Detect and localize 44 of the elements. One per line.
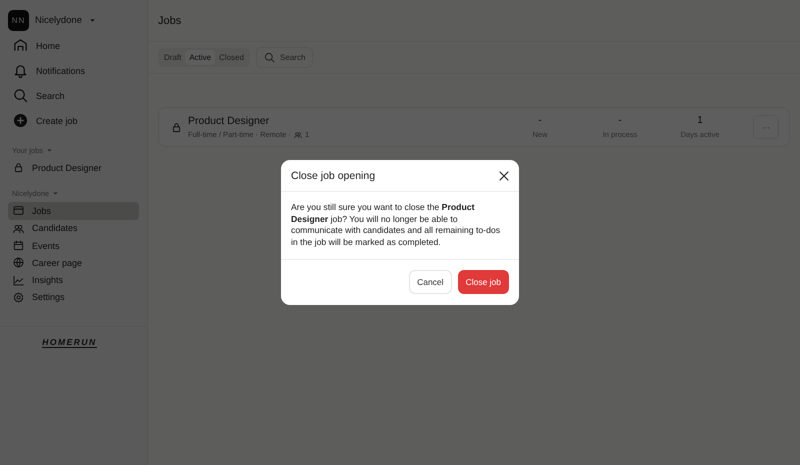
sidebar-item[interactable]: Insights xyxy=(8,271,139,289)
calendar-icon xyxy=(13,240,24,252)
stat-value: - xyxy=(537,115,543,126)
bell-icon xyxy=(13,63,28,78)
home-icon xyxy=(13,38,28,53)
job-title: Product Designer xyxy=(188,115,270,127)
lock-icon xyxy=(13,162,24,174)
gear-icon xyxy=(13,292,24,303)
window-icon xyxy=(13,205,24,216)
dialog-title: Close job opening xyxy=(291,170,376,182)
sidebar-item[interactable]: Career page xyxy=(8,254,139,272)
plus-circle-icon xyxy=(13,113,28,128)
sidebar-item[interactable]: Events xyxy=(8,236,139,254)
job-link[interactable]: Product Designer xyxy=(8,159,139,176)
dialog-message: Are you still sure you want to close the Product Designer job? You will no longer be able to communicate with candidates and all remaining to-dos in the job will be marked as completed. xyxy=(281,192,519,260)
homerun-logo: HOMERUN xyxy=(42,337,97,348)
search-icon xyxy=(264,52,276,63)
more-button[interactable]: ··· xyxy=(753,115,779,139)
filter-tab[interactable]: Active xyxy=(185,50,216,65)
people-icon xyxy=(294,130,302,138)
chart-icon xyxy=(13,274,24,286)
lock-icon xyxy=(171,122,182,132)
workspace-name[interactable]: Nicelydone xyxy=(35,14,82,26)
workspace-avatar[interactable]: NN xyxy=(8,10,29,30)
nav-item[interactable]: Home xyxy=(8,33,139,58)
cancel-button[interactable]: Cancel xyxy=(409,270,452,294)
people-icon xyxy=(13,222,24,234)
sidebar-item[interactable]: Settings xyxy=(8,288,139,306)
sidebar-item[interactable]: Candidates xyxy=(8,220,139,237)
filter-tab[interactable]: Closed xyxy=(215,50,248,65)
close-button[interactable] xyxy=(497,168,511,182)
search-button[interactable]: Search xyxy=(256,47,314,68)
globe-icon xyxy=(13,257,24,268)
search-icon xyxy=(13,88,28,103)
filter-tab[interactable]: Draft xyxy=(160,50,186,65)
close-job-button[interactable]: Close job xyxy=(458,270,509,294)
stat-value: 1 xyxy=(696,115,704,126)
page-title: Jobs xyxy=(158,14,182,26)
stat-value: - xyxy=(617,115,623,126)
sidebar-item[interactable]: Jobs xyxy=(8,202,139,220)
close-icon xyxy=(497,168,511,182)
nav-item[interactable]: Search xyxy=(8,83,139,108)
nav-item[interactable]: Notifications xyxy=(8,58,139,83)
nav-item[interactable]: Create job xyxy=(8,108,139,133)
